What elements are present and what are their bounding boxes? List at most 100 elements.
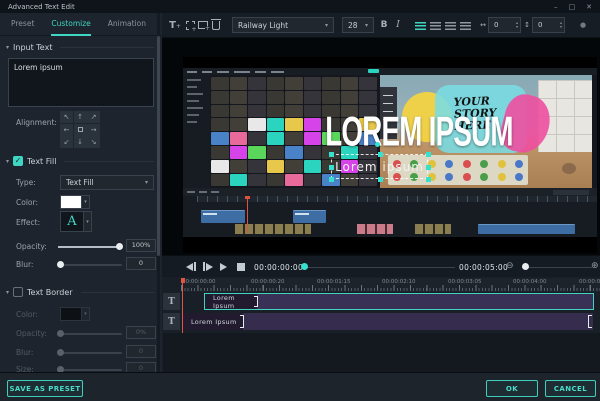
zoom-out-icon[interactable]: ⊖ — [506, 261, 514, 271]
text-clip-2[interactable]: Lorem Ipsum — [183, 313, 593, 330]
tab-preset[interactable]: Preset — [11, 13, 34, 36]
spin-down-icon[interactable]: ▾ — [516, 25, 518, 29]
alignment-cell-icon[interactable]: ↓ — [74, 136, 87, 148]
text-track-header-2[interactable]: T — [163, 313, 180, 330]
ruler-label: 00:00:03:05 — [448, 279, 482, 285]
border-size-slider[interactable] — [58, 369, 122, 371]
maximize-icon[interactable]: □ — [569, 3, 576, 11]
font-size-dropdown[interactable]: 28 ▾ — [342, 17, 374, 33]
align-center-icon[interactable] — [430, 22, 441, 30]
text-border-checkbox[interactable] — [13, 287, 23, 297]
anchor-handle[interactable] — [375, 142, 380, 147]
timeline-zoom-knob[interactable] — [522, 263, 529, 270]
video-frame[interactable]: YOUR STORY HERE LOREM IPSUM — [183, 57, 597, 253]
more-options-icon[interactable]: ● — [576, 18, 590, 32]
input-text-field[interactable]: Lorem ipsum — [8, 58, 154, 107]
italic-button[interactable]: I — [391, 18, 405, 32]
chevron-down-icon: ▾ — [325, 22, 328, 29]
align-right-icon[interactable] — [445, 22, 456, 30]
alignment-cell-icon[interactable]: ↘ — [87, 136, 100, 148]
play-icon[interactable] — [220, 262, 227, 271]
text-selection-box[interactable]: Lorem ipsum — [331, 154, 428, 179]
border-color-swatch[interactable]: ▾ — [60, 307, 90, 321]
fill-effect-swatch[interactable]: A ▾ — [60, 211, 92, 232]
library-thumbnail — [230, 174, 248, 187]
minimize-icon[interactable]: – — [554, 3, 558, 11]
fill-blur-slider[interactable] — [58, 264, 122, 266]
tab-customize[interactable]: Customize — [51, 13, 90, 36]
fill-type-dropdown[interactable]: Text Fill ▾ — [60, 175, 154, 190]
border-blur-slider[interactable] — [58, 352, 122, 354]
text-fill-section-header[interactable]: ▾ ✓ Text Fill — [6, 156, 154, 166]
selection-handle[interactable] — [378, 152, 383, 157]
font-family-dropdown[interactable]: Railway Light ▾ — [232, 17, 334, 33]
library-thumbnail — [285, 132, 303, 145]
input-text-section-header[interactable]: ▾ Input Text — [6, 43, 154, 52]
previous-frame-icon[interactable] — [186, 262, 196, 271]
inner-timecode-box — [553, 190, 589, 195]
spin-down-icon[interactable]: ▾ — [560, 25, 562, 29]
selection-handle[interactable] — [329, 177, 334, 182]
chevron-down-icon[interactable]: ▾ — [81, 196, 89, 208]
alignment-cell-icon[interactable] — [74, 124, 87, 136]
timeline-empty-area[interactable] — [163, 333, 600, 372]
next-frame-icon[interactable] — [203, 262, 213, 271]
divider — [64, 161, 154, 162]
save-as-preset-button[interactable]: SAVE AS PRESET — [7, 380, 83, 397]
align-justify-icon[interactable] — [460, 22, 471, 30]
close-icon[interactable]: ✕ — [586, 3, 592, 11]
alignment-cell-icon[interactable]: ↖ — [60, 111, 73, 123]
selection-handle[interactable] — [426, 177, 431, 182]
alignment-cell-icon[interactable]: → — [87, 124, 100, 136]
fill-opacity-slider[interactable] — [58, 246, 122, 248]
fill-color-swatch[interactable]: ▾ — [60, 195, 90, 209]
selection-handle[interactable] — [329, 165, 334, 170]
fill-opacity-value[interactable]: 100% — [126, 239, 156, 252]
border-opacity-value[interactable]: 0% — [126, 326, 156, 339]
tab-animation[interactable]: Animation — [108, 13, 146, 36]
selection-handle[interactable] — [426, 152, 431, 157]
selection-handle[interactable] — [378, 177, 383, 182]
text-fill-checkbox[interactable]: ✓ — [13, 156, 23, 166]
cancel-button[interactable]: CANCEL — [545, 380, 596, 397]
text-track-header-1[interactable]: T — [163, 293, 180, 310]
char-spacing-input[interactable]: 0 ▴▾ — [488, 17, 521, 33]
align-left-icon[interactable] — [415, 22, 426, 30]
library-thumbnail — [304, 174, 322, 187]
title-bar[interactable]: Advanced Text Edit – □ ✕ — [0, 0, 600, 13]
zoom-in-icon[interactable]: ⊕ — [591, 261, 599, 271]
fill-blur-value[interactable]: 0 — [126, 257, 156, 270]
preview-title-text[interactable]: LOREM IPSUM — [302, 112, 536, 152]
ok-button[interactable]: OK — [486, 380, 538, 397]
alignment-cell-icon[interactable]: ← — [60, 124, 73, 136]
timeline-zoom-slider[interactable] — [522, 267, 592, 268]
trim-handle[interactable] — [240, 315, 244, 328]
selection-handle[interactable] — [329, 152, 334, 157]
timeline-ruler[interactable]: 00:00:00:0000:00:00:2000:00:01:1500:00:0… — [181, 278, 600, 292]
chevron-down-icon[interactable]: ▾ — [83, 212, 91, 231]
inner-status-bar — [183, 188, 597, 196]
selected-text[interactable]: Lorem ipsum — [335, 160, 424, 174]
panel-scrollbar-thumb[interactable] — [157, 36, 160, 256]
seek-knob[interactable] — [301, 263, 308, 270]
border-blur-value[interactable]: 0 — [126, 345, 156, 358]
line-spacing-input[interactable]: 0 ▴▾ — [532, 17, 565, 33]
bold-button[interactable]: B — [377, 18, 391, 32]
alignment-cell-icon[interactable]: ↙ — [60, 136, 73, 148]
add-image-icon[interactable]: + — [196, 18, 210, 32]
add-text-icon[interactable]: T+ — [168, 18, 182, 32]
border-opacity-slider[interactable] — [58, 333, 122, 335]
border-size-value[interactable]: 0 — [126, 362, 156, 372]
text-clip-1[interactable]: Lorem Ipsum — [204, 293, 594, 310]
text-border-section-header[interactable]: ▾ Text Border — [6, 287, 154, 297]
timeline-playhead[interactable] — [182, 278, 183, 333]
selection-handle[interactable] — [426, 165, 431, 170]
stop-icon[interactable] — [237, 262, 245, 271]
trim-handle[interactable] — [254, 296, 258, 307]
alignment-cell-icon[interactable]: ↑ — [74, 111, 87, 123]
delete-icon[interactable] — [209, 18, 223, 32]
transform-box-icon[interactable]: + — [183, 18, 197, 32]
alignment-cell-icon[interactable]: ↗ — [87, 111, 100, 123]
seek-bar[interactable] — [305, 267, 455, 268]
trim-handle[interactable] — [588, 315, 592, 328]
